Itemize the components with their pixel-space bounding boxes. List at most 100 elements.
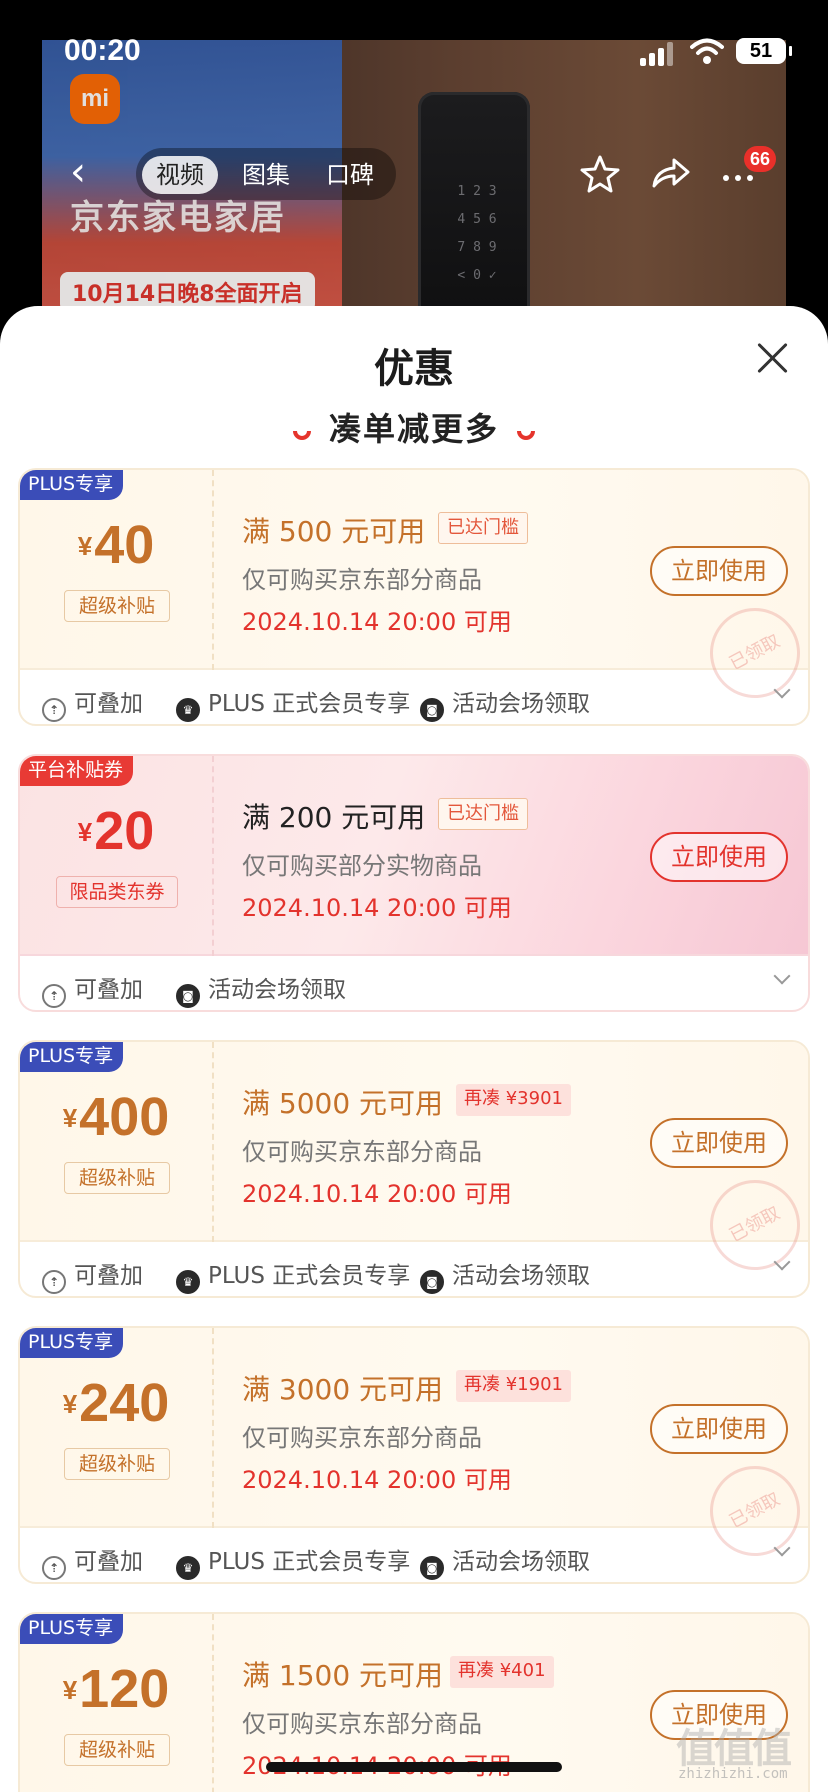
coupon-card: 平台补贴券 ¥20 限品类东券 满 200 元可用 已达门槛 仅可购买部分实物商… [18,754,810,1012]
tab-video[interactable]: 视频 [142,156,218,194]
threshold-badge: 再凑 ¥3901 [456,1084,571,1116]
coupon-card: PLUS专享 ¥240 超级补贴 满 3000 元可用 再凑 ¥1901 仅可购… [18,1326,810,1584]
coupon-scope: 仅可购买部分实物商品 [242,852,482,880]
stack-icon: ⇡ [42,984,66,1008]
crown-icon: ♛ [176,1270,200,1294]
coupon-tag: PLUS专享 [20,1042,124,1072]
threshold-badge: 已达门槛 [438,798,528,830]
feature-venue: ◙ 活动会场领取 [176,970,346,1008]
decor-smile-icon [292,431,311,440]
coupon-subtag: 超级补贴 [64,590,170,622]
use-now-button[interactable]: 立即使用 [650,1404,788,1454]
coupon-amount: ¥240 [20,1372,212,1434]
coupon-amount: ¥20 [20,800,212,862]
sheet-subtitle-row: 凑单减更多 [0,404,828,450]
coupon-amount: ¥400 [20,1086,212,1148]
feature-venue: ◙ 活动会场领取 [420,684,590,722]
media-header: mi 京东家电家居 10月14日晚8全面开启 1 2 3 4 5 6 7 8 9… [0,0,828,330]
currency-symbol: ¥ [62,1103,78,1133]
battery-icon: 51 [736,38,792,64]
chevron-down-icon[interactable] [772,968,792,988]
coupon-condition: 满 5000 元可用 [242,1087,444,1120]
coupon-condition: 满 200 元可用 [242,801,426,834]
coupon-frame: PLUS专享 ¥240 超级补贴 满 3000 元可用 再凑 ¥1901 仅可购… [18,1326,810,1584]
threshold-badge: 已达门槛 [438,512,528,544]
use-now-button[interactable]: 立即使用 [650,546,788,596]
ticket-icon: ◙ [420,1556,444,1580]
coupon-features: ⇡ 可叠加 ♛ PLUS 正式会员专享 ◙ 活动会场领取 [20,1528,808,1582]
status-time: 00:20 [64,34,141,67]
back-icon[interactable]: ‹ [70,152,102,192]
coupon-tag: PLUS专享 [20,470,124,500]
stack-icon: ⇡ [42,1270,66,1294]
amount-value: 20 [94,801,155,861]
tab-gallery[interactable]: 图集 [228,156,304,194]
coupon-condition: 满 3000 元可用 [242,1373,444,1406]
lock-keypad: 1 2 3 4 5 6 7 8 9 < 0 ✓ [457,184,497,283]
coupon-features: ⇡ 可叠加 ♛ PLUS 正式会员专享 ◙ 活动会场领取 [20,670,808,724]
ticket-icon: ◙ [420,1270,444,1294]
share-icon[interactable] [648,152,692,196]
chevron-down-icon[interactable] [772,1254,792,1274]
coupon-date: 2024.10.14 20:00 可用 [242,894,512,922]
coupon-frame: PLUS专享 ¥400 超级补贴 满 5000 元可用 再凑 ¥3901 仅可购… [18,1040,810,1298]
coupon-amount: ¥40 [20,514,212,576]
currency-symbol: ¥ [62,1389,78,1419]
coupon-subtag: 超级补贴 [64,1448,170,1480]
coupon-scope: 仅可购买京东部分商品 [242,1710,482,1738]
coupon-subtag: 限品类东券 [56,876,178,908]
chevron-down-icon[interactable] [772,1540,792,1560]
feature-stackable: ⇡ 可叠加 [42,684,143,722]
sheet-subtitle: 凑单减更多 [328,410,499,448]
home-indicator[interactable] [266,1762,562,1772]
coupon-card: PLUS专享 ¥40 超级补贴 满 500 元可用 已达门槛 仅可购买京东部分商… [18,468,810,726]
notification-badge: 66 [744,146,777,172]
feature-stackable: ⇡ 可叠加 [42,970,143,1008]
coupon-divider [212,1042,214,1242]
star-icon[interactable] [578,152,622,196]
wifi-icon [690,38,724,64]
coupon-date: 2024.10.14 20:00 可用 [242,608,512,636]
currency-symbol: ¥ [62,1675,78,1705]
coupon-subtag: 超级补贴 [64,1734,170,1766]
coupon-body: PLUS专享 ¥240 超级补贴 满 3000 元可用 再凑 ¥1901 仅可购… [20,1328,808,1572]
discount-sheet: 优惠 凑单减更多 PLUS专享 ¥40 超级补贴 满 500 元可用 已达门槛 … [0,306,828,1792]
coupon-divider [212,756,214,956]
feature-stackable: ⇡ 可叠加 [42,1256,143,1294]
feature-plus-member: ♛ PLUS 正式会员专享 [176,1542,410,1580]
coupon-card: PLUS专享 ¥400 超级补贴 满 5000 元可用 再凑 ¥3901 仅可购… [18,1040,810,1298]
threshold-badge: 再凑 ¥1901 [456,1370,571,1402]
amount-value: 240 [79,1373,170,1433]
coupon-divider [212,470,214,670]
amount-value: 40 [94,515,155,575]
decor-smile-icon [517,431,535,440]
tab-reviews[interactable]: 口碑 [312,156,388,194]
coupon-features: ⇡ 可叠加 ◙ 活动会场领取 [20,956,808,1010]
stack-icon: ⇡ [42,1556,66,1580]
coupon-tag: 平台补贴券 [20,756,134,786]
coupon-subtag: 超级补贴 [64,1162,170,1194]
amount-value: 400 [79,1087,170,1147]
close-icon[interactable] [754,340,790,376]
coupon-divider [212,1614,214,1792]
chevron-down-icon[interactable] [772,682,792,702]
coupon-scope: 仅可购买京东部分商品 [242,1138,482,1166]
feature-plus-member: ♛ PLUS 正式会员专享 [176,684,410,722]
currency-symbol: ¥ [77,817,93,847]
coupon-frame: 平台补贴券 ¥20 限品类东券 满 200 元可用 已达门槛 仅可购买部分实物商… [18,754,810,1012]
crown-icon: ♛ [176,1556,200,1580]
coupon-features: ⇡ 可叠加 ♛ PLUS 正式会员专享 ◙ 活动会场领取 [20,1242,808,1296]
coupon-frame: PLUS专享 ¥40 超级补贴 满 500 元可用 已达门槛 仅可购买京东部分商… [18,468,810,726]
coupon-amount: ¥120 [20,1658,212,1720]
coupon-scope: 仅可购买京东部分商品 [242,1424,482,1452]
use-now-button[interactable]: 立即使用 [650,1118,788,1168]
coupon-tag: PLUS专享 [20,1328,124,1358]
use-now-button[interactable]: 立即使用 [650,832,788,882]
coupon-scope: 仅可购买京东部分商品 [242,566,482,594]
coupon-date: 2024.10.14 20:00 可用 [242,1180,512,1208]
coupon-condition: 满 500 元可用 [242,515,426,548]
ticket-icon: ◙ [176,984,200,1008]
coupon-body: PLUS专享 ¥400 超级补贴 满 5000 元可用 再凑 ¥3901 仅可购… [20,1042,808,1286]
smart-lock-image: 1 2 3 4 5 6 7 8 9 < 0 ✓ [418,92,530,330]
coupon-body: 平台补贴券 ¥20 限品类东券 满 200 元可用 已达门槛 仅可购买部分实物商… [20,756,808,956]
